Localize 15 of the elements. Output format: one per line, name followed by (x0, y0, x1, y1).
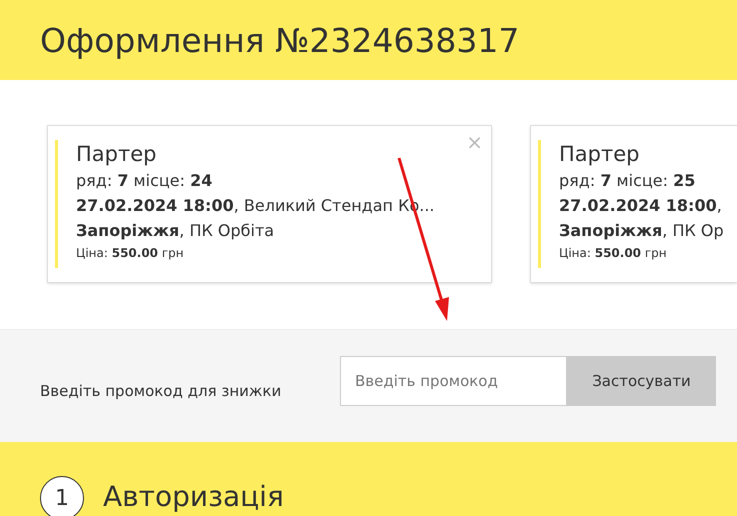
ticket-seat: ряд: 7 місце: 25 (559, 168, 724, 193)
promo-input[interactable]: Введіть промокод (340, 356, 567, 406)
ticket-event: 27.02.2024 18:00, (559, 195, 723, 217)
ticket-section: Партер (76, 140, 434, 168)
apply-button[interactable]: Застосувати (567, 356, 716, 406)
ticket-venue: Запоріжжя, ПК Ор (559, 220, 724, 242)
ticket-price: Ціна: 550.00 грн (559, 245, 668, 262)
order-title: Оформлення №2324638317 (40, 24, 520, 56)
ticket-venue: Запоріжжя, ПК Орбіта (76, 220, 276, 242)
step-number: 1 (40, 476, 84, 516)
ticket-seat: ряд: 7 місце: 24 (76, 168, 434, 193)
ticket-section: Партер (559, 140, 724, 168)
ticket-price: Ціна: 550.00 грн (76, 245, 185, 262)
step-title: Авторизація (103, 479, 284, 515)
promo-label: Введіть промокод для знижки (40, 381, 282, 402)
